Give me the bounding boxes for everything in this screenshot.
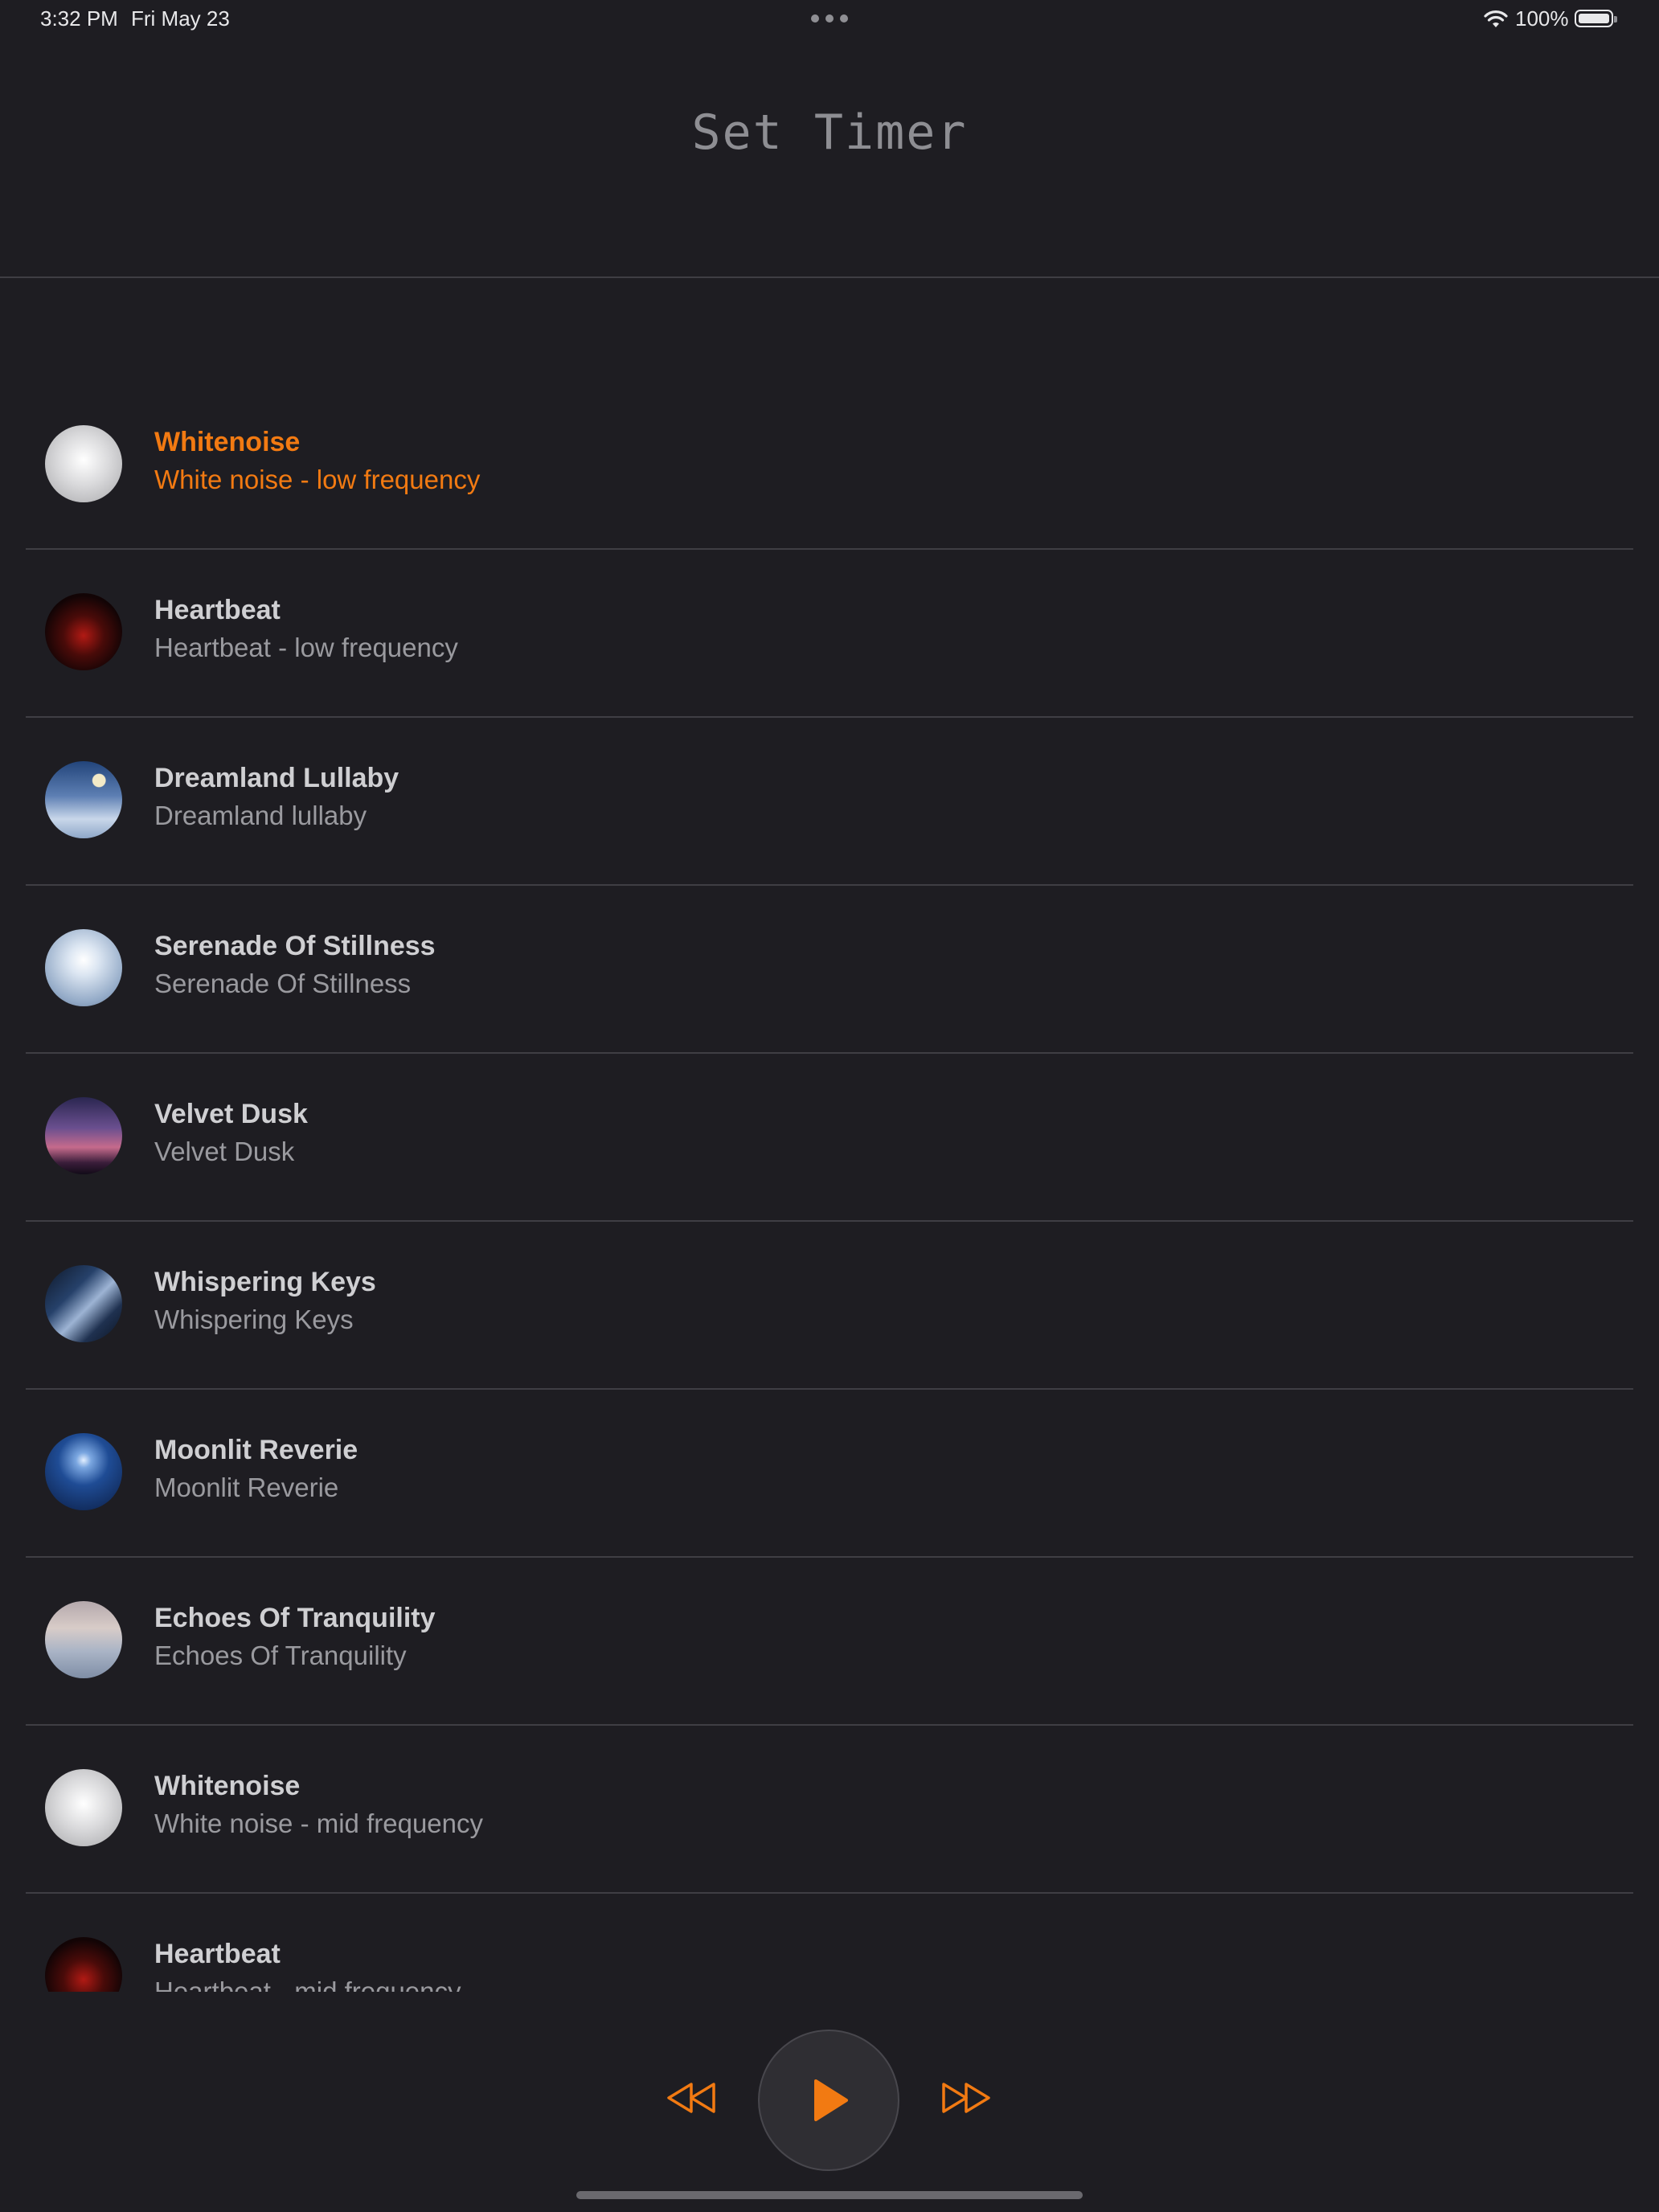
- track-artwork: [45, 425, 122, 502]
- track-row[interactable]: Dreamland Lullaby Dreamland lullaby: [0, 718, 1659, 886]
- track-title: Heartbeat: [154, 1939, 281, 1969]
- track-subtitle: Moonlit Reverie: [154, 1473, 339, 1502]
- page-title: Set Timer: [691, 104, 968, 161]
- header-divider: [0, 276, 1659, 278]
- track-artwork: [45, 761, 122, 838]
- multitasking-dots-icon[interactable]: [811, 14, 848, 23]
- play-button[interactable]: [758, 2030, 899, 2171]
- track-title: Serenade Of Stillness: [154, 931, 436, 961]
- track-artwork: [45, 1937, 122, 1992]
- playback-controls: [0, 2030, 1659, 2174]
- track-row[interactable]: Serenade Of Stillness Serenade Of Stillne…: [0, 886, 1659, 1054]
- rewind-icon[interactable]: [666, 2081, 717, 2115]
- track-title: Dreamland Lullaby: [154, 763, 399, 793]
- track-subtitle: Dreamland lullaby: [154, 801, 367, 830]
- status-time: 3:32 PM: [40, 6, 118, 31]
- track-row[interactable]: Whitenoise White noise - low frequency: [0, 382, 1659, 550]
- track-row[interactable]: Heartbeat Heartbeat - low frequency: [0, 550, 1659, 718]
- track-subtitle: Whispering Keys: [154, 1305, 354, 1334]
- track-row[interactable]: Velvet Dusk Velvet Dusk: [0, 1054, 1659, 1222]
- track-subtitle: Echoes Of Tranquility: [154, 1641, 407, 1670]
- track-artwork: [45, 1601, 122, 1678]
- battery-percentage: 100%: [1515, 6, 1569, 31]
- play-icon: [814, 2079, 848, 2121]
- track-title: Whispering Keys: [154, 1267, 376, 1297]
- track-subtitle: Heartbeat - mid frequency: [154, 1976, 461, 1992]
- track-artwork: [45, 929, 122, 1006]
- track-subtitle: Velvet Dusk: [154, 1137, 295, 1166]
- fast-forward-icon[interactable]: [940, 2081, 992, 2115]
- home-indicator[interactable]: [576, 2191, 1083, 2199]
- track-subtitle: White noise - mid frequency: [154, 1809, 484, 1838]
- track-subtitle: Serenade Of Stillness: [154, 969, 412, 998]
- track-row[interactable]: Heartbeat Heartbeat - mid frequency: [0, 1894, 1659, 1992]
- track-artwork: [45, 1097, 122, 1174]
- track-row[interactable]: Whispering Keys Whispering Keys: [0, 1222, 1659, 1390]
- track-artwork: [45, 593, 122, 670]
- battery-icon: [1575, 10, 1617, 27]
- track-row[interactable]: Echoes Of Tranquility Echoes Of Tranquili…: [0, 1558, 1659, 1726]
- track-artwork: [45, 1433, 122, 1510]
- track-title: Heartbeat: [154, 595, 281, 625]
- track-row[interactable]: Whitenoise White noise - mid frequency: [0, 1726, 1659, 1894]
- track-title: Whitenoise: [154, 427, 301, 457]
- status-bar: 3:32 PM Fri May 23 100%: [0, 0, 1659, 40]
- track-artwork: [45, 1769, 122, 1846]
- track-subtitle: Heartbeat - low frequency: [154, 633, 458, 662]
- wifi-icon: [1484, 10, 1508, 27]
- track-title: Whitenoise: [154, 1771, 301, 1801]
- track-row[interactable]: Moonlit Reverie Moonlit Reverie: [0, 1390, 1659, 1558]
- track-title: Moonlit Reverie: [154, 1435, 358, 1465]
- track-artwork: [45, 1265, 122, 1342]
- track-list[interactable]: Whitenoise White noise - low frequency Hea…: [0, 382, 1659, 1992]
- track-subtitle: White noise - low frequency: [154, 465, 481, 494]
- track-title: Echoes Of Tranquility: [154, 1603, 436, 1633]
- track-title: Velvet Dusk: [154, 1099, 308, 1129]
- status-date: Fri May 23: [131, 6, 230, 31]
